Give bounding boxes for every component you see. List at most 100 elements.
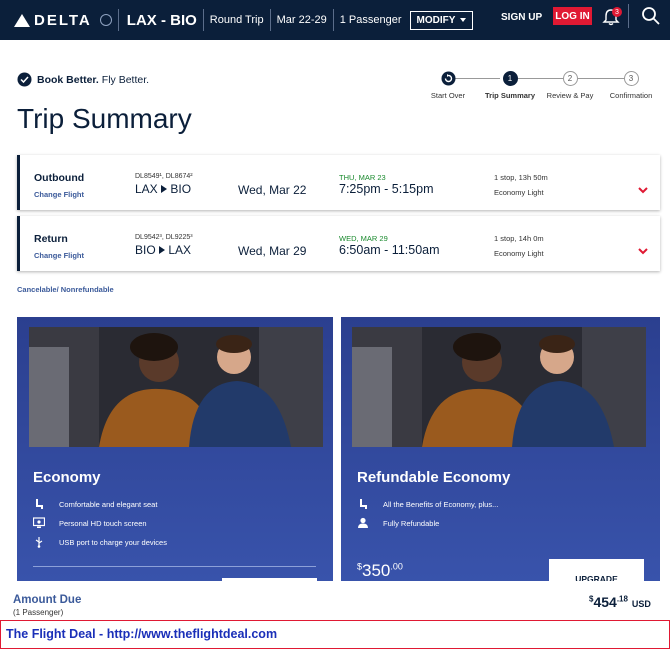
flight-direction: Return (34, 233, 68, 245)
flight-numbers: DL8549¹, DL8674² (135, 173, 193, 180)
stops-duration: 1 stop, 14h 0m (494, 234, 544, 243)
amount-due-label: Amount Due (13, 594, 82, 606)
signup-link[interactable]: SIGN UP (501, 12, 542, 23)
passenger-count: 1 Passenger (339, 14, 402, 26)
notification-badge: 3 (612, 7, 622, 17)
modify-button[interactable]: MODIFY (409, 10, 474, 30)
caret-down-icon (460, 18, 467, 22)
brand-name: DELTA (34, 11, 92, 29)
header-divider (332, 9, 334, 31)
step-number: 2 (562, 71, 578, 86)
modify-label: MODIFY (416, 14, 456, 26)
step-label: Review & Pay (546, 91, 594, 100)
change-flight-link[interactable]: Change Flight (34, 190, 84, 199)
trip-dates: Mar 22-29 (276, 14, 327, 26)
flight-card-outbound: Outbound Change Flight DL8549¹, DL8674² … (17, 155, 660, 210)
seat-icon (36, 499, 43, 509)
header-divider (628, 4, 629, 28)
step-number: 3 (623, 71, 639, 86)
fare-divider (33, 566, 316, 567)
arrow-right-icon (159, 246, 166, 254)
cabin-class: Economy Light (494, 249, 544, 258)
trip-route: LAX - BIO (126, 11, 197, 29)
passengers-photo (29, 327, 323, 447)
delta-widget-icon (14, 13, 30, 27)
price-cents: .00 (390, 561, 403, 572)
feature-text: USB port to charge your devices (59, 537, 167, 547)
departure-date: Wed, Mar 22 (238, 183, 307, 197)
flight-card-return: Return Change Flight DL9542³, DL9225³ BI… (17, 216, 660, 271)
step-confirmation: 3 Confirmation (606, 71, 656, 100)
promo-link[interactable]: The Flight Deal - http://www.theflightde… (6, 627, 277, 641)
fare-feature: Fully Refundable (357, 517, 439, 529)
header-divider (117, 9, 119, 31)
header-divider (202, 9, 204, 31)
fare-name: Refundable Economy (357, 469, 511, 486)
amount-dollars: 454 (593, 594, 617, 610)
delta-logo[interactable]: DELTA (14, 12, 112, 29)
feature-text: Fully Refundable (383, 518, 440, 528)
arrival-day: WED, MAR 29 (339, 234, 388, 243)
skyteam-icon (99, 14, 112, 26)
header-divider (269, 9, 271, 31)
tagline-bold: Book Better. (37, 73, 99, 86)
feature-text: All the Benefits of Economy, plus... (383, 499, 499, 509)
page-title: Trip Summary (17, 103, 192, 134)
amount-due-bar: Amount Due (1 Passenger) $454.18 USD (0, 581, 670, 619)
promo-banner: The Flight Deal - http://www.theflightde… (0, 620, 670, 649)
seat-icon (360, 499, 367, 509)
trip-type: Round Trip (209, 14, 264, 26)
flight-numbers: DL9542³, DL9225³ (135, 234, 193, 241)
step-number: 1 (502, 71, 518, 86)
passengers-photo (352, 327, 646, 447)
fare-card-refundable-economy[interactable]: Refundable Economy All the Benefits of E… (341, 317, 660, 607)
amount-due-value: $454.18 USD (589, 594, 651, 610)
fare-name: Economy (33, 469, 101, 486)
price-dollars: 350 (362, 561, 391, 580)
step-start-over[interactable]: Start Over (428, 71, 468, 100)
tagline-rest: Fly Better. (98, 73, 150, 86)
flight-route: BIO LAX (135, 243, 191, 257)
arrow-right-icon (161, 185, 168, 193)
fare-feature: Personal HD touch screen (33, 517, 147, 529)
origin: LAX (135, 182, 158, 196)
screen-icon (33, 517, 45, 528)
login-button[interactable]: LOG IN (553, 7, 592, 25)
flight-times: 7:25pm - 5:15pm (339, 182, 434, 196)
person-icon (358, 517, 368, 528)
arrival-day: THU, MAR 23 (339, 173, 386, 182)
restart-icon (441, 71, 455, 86)
step-trip-summary: 1 Trip Summary (484, 71, 536, 100)
step-label: Start Over (430, 91, 466, 100)
fare-card-economy[interactable]: Economy Comfortable and elegant seat Per… (17, 317, 333, 607)
check-badge-icon (17, 72, 32, 87)
flight-direction: Outbound (34, 172, 85, 184)
chevron-down-icon[interactable] (638, 185, 648, 195)
fare-feature: Comfortable and elegant seat (33, 498, 157, 510)
departure-date: Wed, Mar 29 (238, 244, 307, 258)
stops-duration: 1 stop, 13h 50m (494, 173, 548, 182)
feature-text: Comfortable and elegant seat (59, 499, 158, 509)
step-label: Trip Summary (484, 91, 536, 100)
step-review-pay: 2 Review & Pay (545, 71, 595, 100)
cancel-policy-link[interactable]: Cancelable/ Nonrefundable (17, 285, 114, 294)
change-flight-link[interactable]: Change Flight (34, 251, 84, 260)
origin: BIO (135, 243, 156, 257)
fare-feature: USB port to charge your devices (33, 536, 167, 548)
destination: BIO (170, 182, 192, 196)
destination: LAX (168, 243, 192, 257)
flight-times: 6:50am - 11:50am (339, 243, 440, 257)
amount-due-passengers: (1 Passenger) (13, 608, 64, 617)
fare-price: $350.00 (357, 561, 403, 581)
fare-feature: All the Benefits of Economy, plus... (357, 498, 498, 510)
brand-tagline: Book Better. Fly Better. (17, 72, 149, 87)
amount-cents: .18 (616, 594, 628, 604)
search-icon[interactable] (641, 6, 661, 26)
amount-currency: USD (631, 599, 651, 609)
cabin-class: Economy Light (494, 188, 544, 197)
usb-icon (35, 537, 43, 548)
step-label: Confirmation (609, 91, 653, 100)
flight-route: LAX BIO (135, 182, 191, 196)
feature-text: Personal HD touch screen (59, 518, 147, 528)
chevron-down-icon[interactable] (638, 246, 648, 256)
